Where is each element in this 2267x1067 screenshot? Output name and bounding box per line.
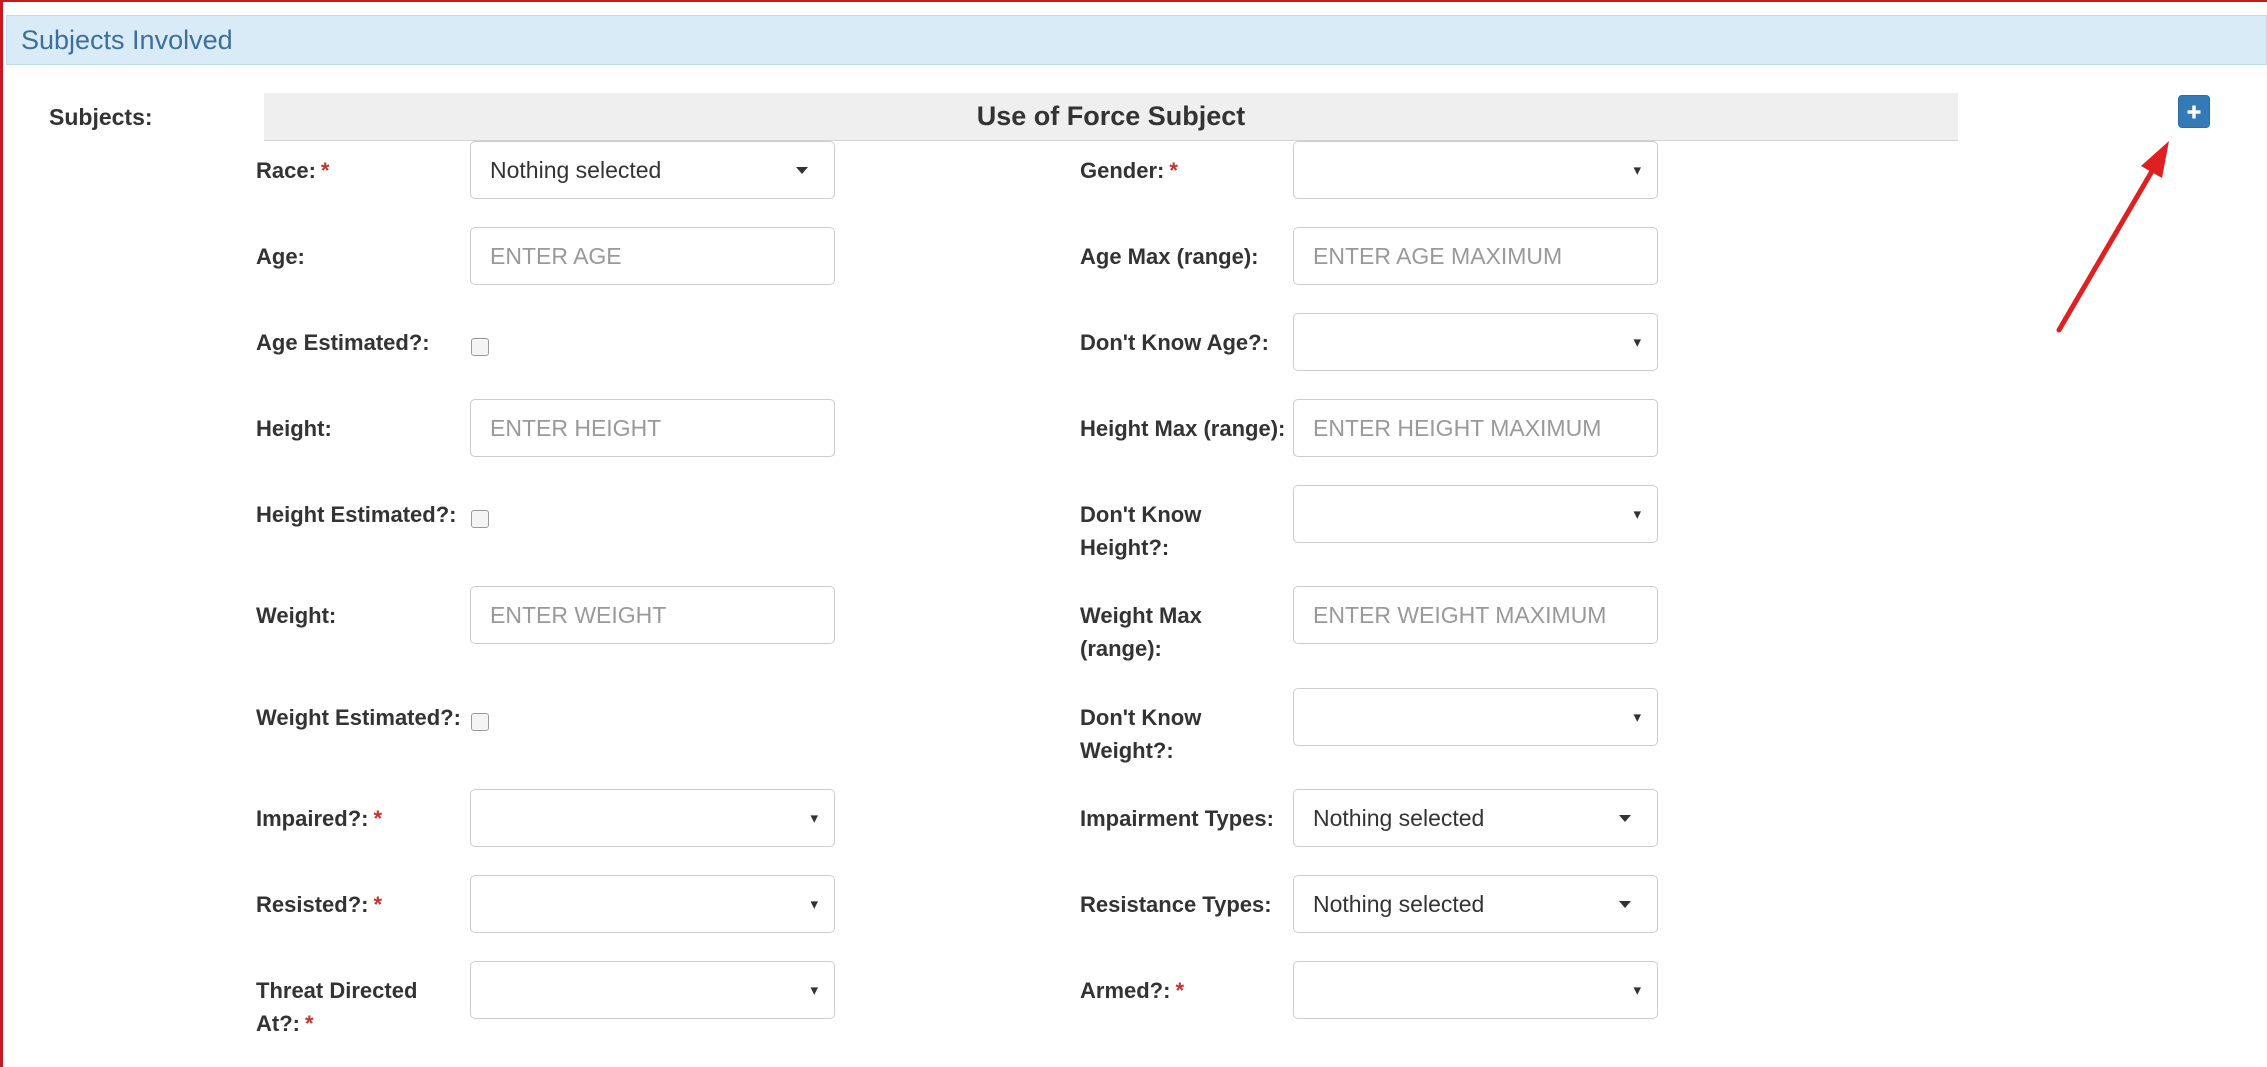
field-label-age-estimated: Age Estimated?: bbox=[256, 326, 430, 359]
chevron-down-icon: ▾ bbox=[810, 896, 818, 913]
panel-title: Subjects Involved bbox=[21, 24, 233, 55]
armed-select[interactable]: ▾ bbox=[1293, 961, 1658, 1019]
input-placeholder: ENTER WEIGHT bbox=[490, 601, 667, 628]
race-multiselect[interactable]: Nothing selected bbox=[470, 141, 835, 199]
select-value: Nothing selected bbox=[1313, 890, 1485, 917]
don-t-know-height-select[interactable]: ▾ bbox=[1293, 485, 1658, 543]
weight-input[interactable]: ENTER WEIGHT bbox=[470, 586, 835, 644]
label-text: Impairment Types: bbox=[1080, 806, 1274, 831]
weight-estimated-checkbox[interactable] bbox=[471, 713, 489, 731]
label-text-line2: Weight?: bbox=[1080, 738, 1174, 763]
label-text: Race: bbox=[256, 158, 316, 183]
field-label-resisted: Resisted?: * bbox=[256, 888, 382, 921]
field-label-weight: Weight: bbox=[256, 599, 336, 632]
label-text: Don't Know Age?: bbox=[1080, 330, 1269, 355]
subjects-label: Subjects: bbox=[49, 104, 153, 130]
field-label-height: Height: bbox=[256, 412, 332, 445]
subject-section-header: Use of Force Subject bbox=[264, 93, 1958, 141]
chevron-down-icon: ▾ bbox=[1633, 334, 1641, 351]
field-label-height-estimated: Height Estimated?: bbox=[256, 498, 456, 531]
chevron-down-icon: ▾ bbox=[1633, 709, 1641, 726]
field-label-impaired: Impaired?: * bbox=[256, 802, 382, 835]
field-label-weight-estimated: Weight Estimated?: bbox=[256, 701, 461, 734]
label-text: Resisted?: bbox=[256, 892, 369, 917]
plus-icon bbox=[2187, 105, 2201, 118]
label-text: Age Estimated?: bbox=[256, 330, 430, 355]
select-value: Nothing selected bbox=[1313, 804, 1485, 831]
field-label-armed: Armed?: * bbox=[1080, 974, 1184, 1007]
label-text-line1: Threat Directed bbox=[256, 978, 418, 1003]
field-label-age-max-range: Age Max (range): bbox=[1080, 240, 1258, 273]
label-text: Age: bbox=[256, 244, 305, 269]
field-label-age: Age: bbox=[256, 240, 305, 273]
field-label-impairment-types: Impairment Types: bbox=[1080, 802, 1274, 835]
age-estimated-checkbox[interactable] bbox=[471, 338, 489, 356]
age-input[interactable]: ENTER AGE bbox=[470, 227, 835, 285]
required-marker: * bbox=[373, 806, 383, 831]
height-input[interactable]: ENTER HEIGHT bbox=[470, 399, 835, 457]
label-text: Height: bbox=[256, 416, 332, 441]
field-label-don-t-know-height: Don't Know Height?: bbox=[1080, 498, 1201, 564]
label-text: Gender: bbox=[1080, 158, 1165, 183]
threat-directed-at-select[interactable]: ▾ bbox=[470, 961, 835, 1019]
input-placeholder: ENTER AGE bbox=[490, 242, 622, 269]
label-text-line1: Don't Know bbox=[1080, 705, 1202, 730]
label-text: Armed?: bbox=[1080, 978, 1171, 1003]
caret-down-icon bbox=[1619, 815, 1631, 822]
label-text-line1: Weight Max bbox=[1080, 603, 1202, 628]
required-marker: * bbox=[1169, 158, 1178, 183]
age-max-range-input[interactable]: ENTER AGE MAXIMUM bbox=[1293, 227, 1658, 285]
required-marker: * bbox=[320, 158, 330, 183]
caret-down-icon bbox=[796, 167, 808, 174]
label-text: Weight: bbox=[256, 603, 337, 628]
height-max-range-input[interactable]: ENTER HEIGHT MAXIMUM bbox=[1293, 399, 1658, 457]
field-label-resistance-types: Resistance Types: bbox=[1080, 888, 1272, 921]
add-subject-button[interactable] bbox=[2178, 95, 2210, 128]
gender-select[interactable]: ▾ bbox=[1293, 141, 1658, 199]
select-value: Nothing selected bbox=[490, 156, 662, 183]
panel-heading: Subjects Involved bbox=[6, 15, 2267, 65]
weight-max-range-input[interactable]: ENTER WEIGHT MAXIMUM bbox=[1293, 586, 1658, 644]
caret-down-icon bbox=[1619, 901, 1631, 908]
chevron-down-icon: ▾ bbox=[810, 810, 818, 827]
label-text: Height Max (range): bbox=[1080, 416, 1286, 441]
don-t-know-age-select[interactable]: ▾ bbox=[1293, 313, 1658, 371]
impaired-select[interactable]: ▾ bbox=[470, 789, 835, 847]
impairment-types-multiselect[interactable]: Nothing selected bbox=[1293, 789, 1658, 847]
input-placeholder: ENTER WEIGHT MAXIMUM bbox=[1313, 601, 1607, 628]
chevron-down-icon: ▾ bbox=[810, 982, 818, 999]
required-marker: * bbox=[304, 1011, 314, 1036]
input-placeholder: ENTER AGE MAXIMUM bbox=[1313, 242, 1563, 269]
height-estimated-checkbox[interactable] bbox=[471, 510, 489, 528]
field-label-threat-directed-at: Threat Directed At?: * bbox=[256, 974, 417, 1040]
chevron-down-icon: ▾ bbox=[1633, 162, 1641, 179]
input-placeholder: ENTER HEIGHT MAXIMUM bbox=[1313, 414, 1602, 441]
label-text: Impaired?: bbox=[256, 806, 369, 831]
field-label-don-t-know-weight: Don't Know Weight?: bbox=[1080, 701, 1201, 767]
chevron-down-icon: ▾ bbox=[1633, 982, 1641, 999]
field-label-don-t-know-age: Don't Know Age?: bbox=[1080, 326, 1269, 359]
input-placeholder: ENTER HEIGHT bbox=[490, 414, 662, 441]
field-label-race: Race: * bbox=[256, 154, 329, 187]
label-text: Age Max (range): bbox=[1080, 244, 1259, 269]
label-text: Resistance Types: bbox=[1080, 892, 1272, 917]
field-label-gender: Gender: * bbox=[1080, 154, 1178, 187]
field-label-weight-max-range: Weight Max (range): bbox=[1080, 599, 1202, 665]
resistance-types-multiselect[interactable]: Nothing selected bbox=[1293, 875, 1658, 933]
label-text: Height Estimated?: bbox=[256, 502, 457, 527]
label-text-line2: Height?: bbox=[1080, 535, 1170, 560]
label-text-line1: Don't Know bbox=[1080, 502, 1202, 527]
resisted-select[interactable]: ▾ bbox=[470, 875, 835, 933]
required-marker: * bbox=[1175, 978, 1185, 1003]
don-t-know-weight-select[interactable]: ▾ bbox=[1293, 688, 1658, 746]
label-text-line2: At?: bbox=[256, 1011, 300, 1036]
label-text-line2: (range): bbox=[1080, 636, 1162, 661]
label-text: Weight Estimated?: bbox=[256, 705, 461, 730]
field-label-height-max-range: Height Max (range): bbox=[1080, 412, 1285, 445]
subject-section-title: Use of Force Subject bbox=[976, 101, 1246, 131]
chevron-down-icon: ▾ bbox=[1633, 506, 1641, 523]
required-marker: * bbox=[373, 892, 383, 917]
